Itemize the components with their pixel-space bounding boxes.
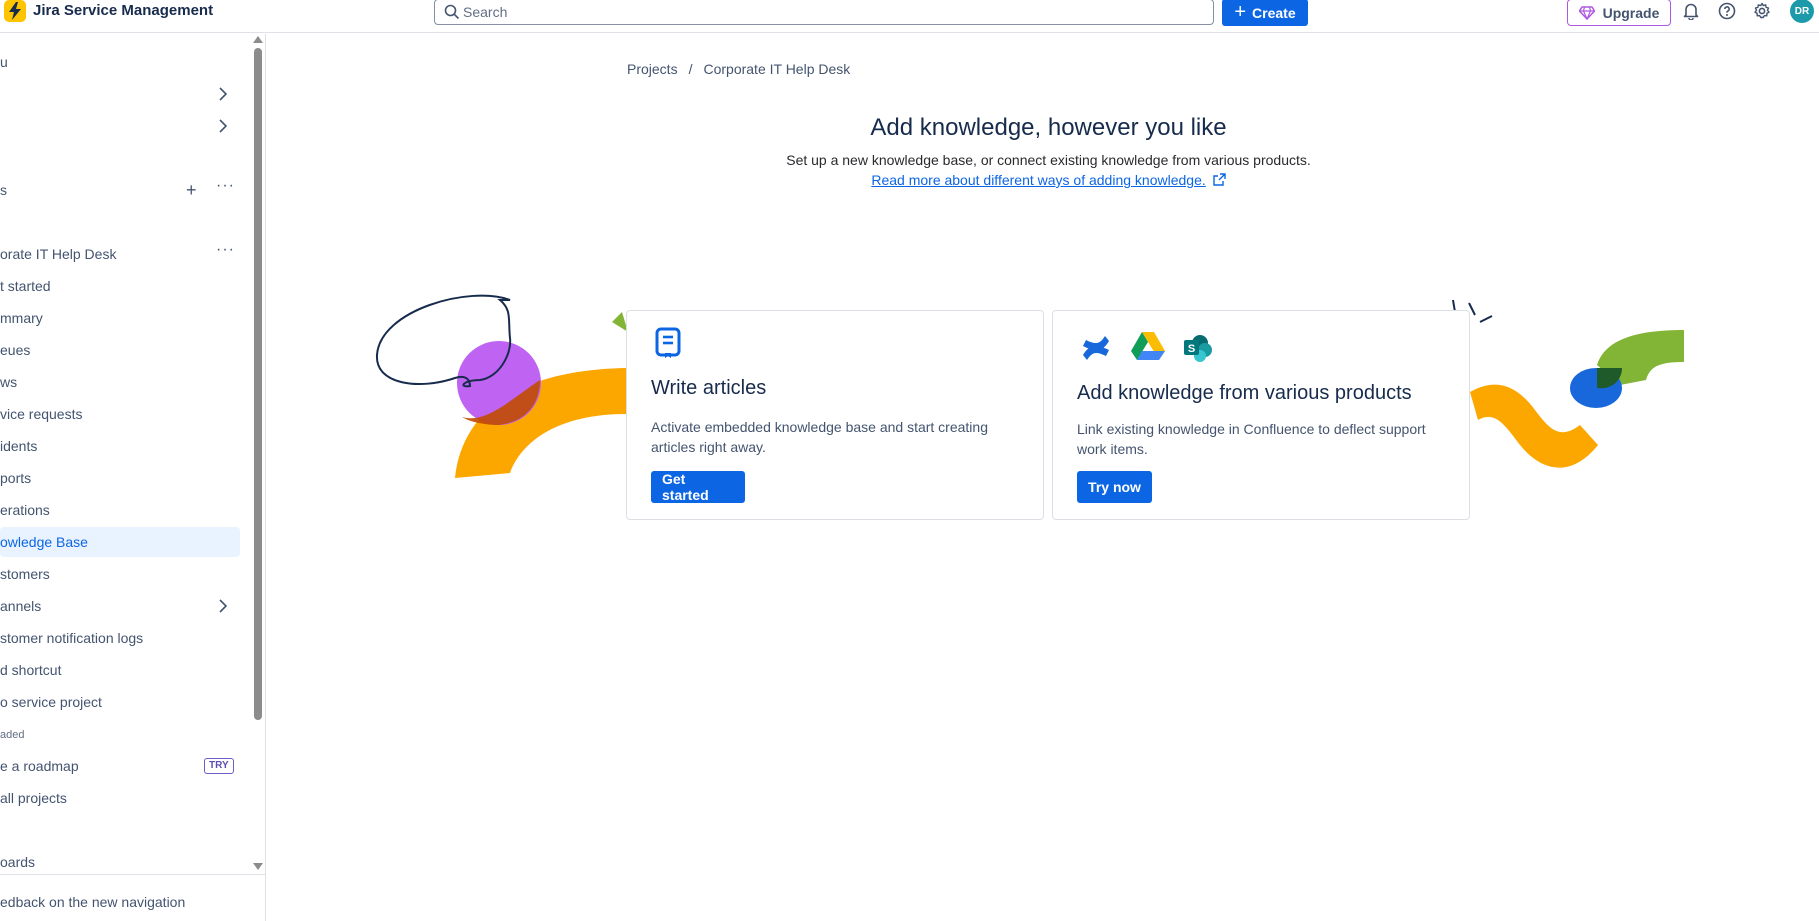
card-description: Link existing knowledge in Confluence to…	[1077, 421, 1426, 457]
feedback-link[interactable]: edback on the new navigation	[0, 894, 185, 910]
breadcrumb: Projects / Corporate IT Help Desk	[627, 61, 850, 77]
sidebar-item-all-projects[interactable]: all projects	[0, 783, 240, 813]
search-input[interactable]	[463, 0, 1203, 24]
sidebar-item-label: mmary	[0, 310, 43, 326]
purple-blob-shape	[457, 341, 541, 425]
page-title: Add knowledge, however you like	[870, 114, 1227, 141]
scroll-down-icon[interactable]	[253, 863, 263, 870]
page-subtitle: Set up a new knowledge base, or connect …	[786, 152, 1311, 168]
chevron-right-icon[interactable]	[217, 599, 229, 613]
sidebar-item-label: all projects	[0, 790, 67, 806]
sidebar-item-customer-notification-logs[interactable]: stomer notification logs	[0, 623, 240, 653]
sidebar-item-label: idents	[0, 438, 38, 454]
card-description: Activate embedded knowledge base and sta…	[651, 419, 988, 455]
sidebar-item-label: orate IT Help Desk	[0, 246, 117, 262]
sidebar-item-summary[interactable]: mmary	[0, 303, 240, 333]
breadcrumb-projects-link[interactable]: Projects	[627, 61, 678, 77]
sidebar-item-operations[interactable]: erations	[0, 495, 240, 525]
sidebar-section-recommended: aded	[0, 729, 25, 741]
sidebar-item-get-started[interactable]: t started	[0, 271, 240, 301]
sharepoint-icon: S	[1184, 335, 1212, 362]
upgrade-button[interactable]: Upgrade	[1567, 0, 1671, 26]
sidebar-item-customers[interactable]: stomers	[0, 559, 240, 589]
sidebar-item-label: erations	[0, 502, 50, 518]
card-title: Write articles	[651, 377, 767, 399]
breadcrumb-project-link[interactable]: Corporate IT Help Desk	[703, 61, 850, 77]
sidebar-item-views[interactable]: ws	[0, 367, 240, 397]
search-box[interactable]	[434, 0, 1214, 25]
learn-more-link[interactable]: Read more about different ways of adding…	[0, 172, 1819, 188]
write-articles-card: Write articles Activate embedded knowled…	[626, 310, 1044, 520]
top-navigation-bar: Jira Service Management + Create Upgrade…	[0, 0, 1819, 33]
divider	[0, 874, 265, 875]
scroll-up-icon[interactable]	[253, 36, 263, 43]
chevron-right-icon[interactable]	[217, 87, 229, 101]
green-arc-shape	[1597, 330, 1684, 385]
create-button[interactable]: + Create	[1222, 0, 1308, 26]
settings-icon[interactable]	[1751, 0, 1773, 22]
try-badge: TRY	[204, 758, 234, 774]
add-knowledge-card: S Add knowledge from various products Li…	[1052, 310, 1470, 520]
notifications-icon[interactable]	[1680, 0, 1702, 22]
sidebar-item-add-shortcut[interactable]: d shortcut	[0, 655, 240, 685]
app-name[interactable]: Jira Service Management	[33, 2, 213, 19]
sidebar-item-label: e a roadmap	[0, 758, 79, 774]
plus-icon: +	[1234, 0, 1247, 23]
upgrade-button-label: Upgrade	[1602, 4, 1660, 21]
sidebar-item-label: oards	[0, 854, 36, 870]
search-icon	[444, 4, 460, 20]
sidebar-item-label: d shortcut	[0, 662, 62, 678]
sidebar-item-reports[interactable]: ports	[0, 463, 240, 493]
sidebar-item-label: t started	[0, 278, 51, 294]
get-started-button[interactable]: Get started	[651, 471, 745, 503]
gem-icon	[1578, 5, 1595, 20]
sidebar-item-menu[interactable]: u	[0, 47, 240, 77]
svg-text:S: S	[1188, 343, 1195, 355]
learn-more-link-label: Read more about different ways of adding…	[871, 172, 1206, 188]
sidebar-item-label: ws	[0, 374, 18, 390]
external-link-icon	[1212, 173, 1226, 186]
sidebar-item-label: annels	[0, 598, 42, 614]
knowledge-article-icon	[655, 327, 681, 358]
create-button-label: Create	[1252, 4, 1296, 21]
sidebar-scrollbar-thumb[interactable]	[254, 48, 262, 720]
orange-arc-shape	[455, 368, 626, 478]
jira-logo-icon[interactable]	[4, 0, 26, 22]
sidebar-item-label: owledge Base	[0, 534, 88, 550]
sidebar-item-label: stomers	[0, 566, 50, 582]
sidebar-item-label: o service project	[0, 694, 102, 710]
sidebar-item-project[interactable]: orate IT Help Desk ···	[0, 239, 240, 269]
sidebar-item-label: u	[0, 54, 8, 70]
confluence-icon	[1083, 336, 1109, 360]
sidebar-item-dashboards[interactable]: oards	[0, 847, 240, 877]
sidebar-item-expand-1[interactable]	[0, 79, 240, 109]
google-drive-icon	[1131, 332, 1165, 360]
sidebar-item-queues[interactable]: eues	[0, 335, 240, 365]
sidebar-item-label: ports	[0, 470, 32, 486]
card-title: Add knowledge from various products	[1077, 382, 1412, 404]
blue-blob-shape	[1570, 368, 1622, 408]
sidebar-item-label: stomer notification logs	[0, 630, 144, 646]
sidebar-item-create-roadmap[interactable]: e a roadmap TRY	[0, 751, 240, 781]
sidebar-item-project-settings[interactable]: o service project	[0, 687, 240, 717]
try-now-button[interactable]: Try now	[1077, 471, 1152, 503]
avatar[interactable]: DR	[1790, 0, 1814, 23]
breadcrumb-separator: /	[688, 61, 693, 77]
sidebar-item-label: vice requests	[0, 406, 83, 422]
orange-wave-shape	[1470, 384, 1598, 468]
speech-bubble-doodle	[375, 294, 512, 388]
more-options-icon[interactable]: ···	[216, 235, 235, 265]
sidebar-item-channels[interactable]: annels	[0, 591, 240, 621]
overlap-shape	[462, 380, 540, 425]
sidebar-item-label: eues	[0, 342, 31, 358]
sidebar-item-incidents[interactable]: idents	[0, 431, 240, 461]
sidebar-item-service-requests[interactable]: vice requests	[0, 399, 240, 429]
sidebar-item-knowledge-base[interactable]: owledge Base	[0, 527, 240, 557]
overlap-shape	[1597, 368, 1622, 389]
help-icon[interactable]	[1716, 0, 1738, 22]
